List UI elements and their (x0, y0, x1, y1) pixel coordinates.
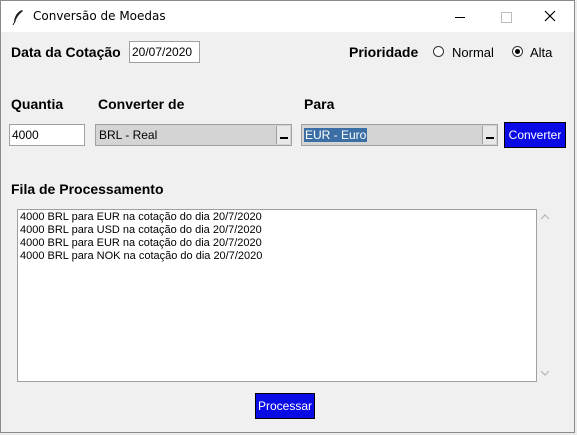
quantity-label: Quantia (11, 96, 64, 112)
to-currency-value: EUR - Euro (304, 128, 368, 142)
quantity-input[interactable]: 4000 (9, 124, 85, 146)
list-item[interactable]: 4000 BRL para EUR na cotação do dia 20/7… (18, 237, 262, 250)
to-currency-label: Para (304, 96, 335, 112)
client-area: Data da Cotação 20/07/2020 Prioridade No… (1, 32, 574, 432)
scroll-up-icon[interactable] (537, 211, 553, 223)
convert-button[interactable]: Converter (504, 122, 566, 148)
date-label: Data da Cotação (11, 44, 121, 60)
queue-label: Fila de Processamento (11, 181, 164, 197)
scroll-down-icon[interactable] (537, 367, 553, 379)
from-currency-value: BRL - Real (99, 128, 158, 142)
priority-label: Prioridade (349, 44, 419, 60)
list-item[interactable]: 4000 BRL para NOK na cotação do dia 20/7… (18, 250, 262, 263)
close-button[interactable] (528, 1, 574, 32)
app-window: Conversão de Moedas Data da Cotação 20/0… (0, 0, 575, 433)
minimize-button[interactable] (437, 1, 483, 32)
priority-alta-label: Alta (530, 45, 553, 60)
from-currency-label: Converter de (98, 96, 185, 112)
to-dropdown-button[interactable] (482, 126, 496, 144)
minimize-icon (455, 17, 465, 18)
date-input[interactable]: 20/07/2020 (129, 41, 200, 63)
chevron-down-icon (486, 137, 494, 139)
from-currency-select[interactable]: BRL - Real (95, 124, 292, 146)
maximize-icon (501, 12, 512, 23)
title-bar[interactable]: Conversão de Moedas (1, 1, 574, 32)
queue-scrollbar[interactable] (537, 209, 553, 382)
maximize-button[interactable] (483, 1, 529, 32)
window-title: Conversão de Moedas (33, 9, 166, 23)
radio-selected-dot (515, 49, 520, 54)
list-item[interactable]: 4000 BRL para EUR na cotação do dia 20/7… (18, 211, 262, 224)
process-button[interactable]: Processar (255, 393, 315, 419)
processing-queue-list[interactable]: 4000 BRL para EUR na cotação do dia 20/7… (17, 209, 537, 382)
feather-icon (12, 10, 23, 25)
close-icon (544, 10, 556, 22)
from-dropdown-button[interactable] (276, 126, 290, 144)
priority-normal-label: Normal (452, 45, 494, 60)
to-currency-select[interactable]: EUR - Euro (301, 124, 498, 146)
list-item[interactable]: 4000 BRL para USD na cotação do dia 20/7… (18, 224, 262, 237)
priority-alta-radio[interactable] (512, 46, 523, 57)
chevron-down-icon (280, 137, 288, 139)
priority-normal-radio[interactable] (433, 46, 444, 57)
